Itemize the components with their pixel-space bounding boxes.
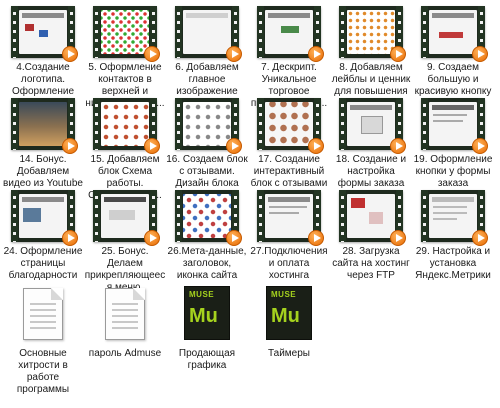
play-icon [308,230,324,246]
play-icon [390,46,406,62]
video-file-icon [257,6,324,62]
16-reviews-video[interactable]: 16. Создаем блок с отзывами. Дизайн блок… [166,98,248,190]
24-thanks-video[interactable]: 24. Оформление страницы благодарности [2,190,84,282]
play-icon [308,46,324,62]
mu-text: Mu [189,305,218,327]
play-icon [226,46,242,62]
6-main-image-video[interactable]: 6. Добавляем главное изображение [166,6,248,98]
file-label: 19. Оформление кнопки у формы заказа [413,154,493,189]
video-file-icon [421,190,488,246]
file-label: 16. Создаем блок с отзывами. Дизайн блок… [166,154,248,189]
15-scheme-video[interactable]: 15. Добавляем блок Схема работы. Описани… [84,98,166,202]
file-label: 24. Оформление страницы благодарности [3,246,83,281]
video-file-icon [93,6,160,62]
tricks-doc[interactable]: Основные хитрости в работе программы [2,288,84,396]
file-label: Продающая графика [178,348,236,371]
play-icon [62,46,78,62]
file-label: 14. Бонус. Добавляем видео из Youtube [3,154,83,189]
video-file-icon [93,98,160,154]
text-document-icon [23,288,63,340]
play-icon [144,46,160,62]
play-icon [472,138,488,154]
file-label: 29. Настройка и установка Яндекс.Метрики [415,246,491,281]
play-icon [62,138,78,154]
play-icon [62,230,78,246]
play-icon [390,138,406,154]
play-icon [226,230,242,246]
play-icon [472,230,488,246]
26-meta-video[interactable]: 26.Мета-данные, заголовок, иконка сайта [166,190,248,282]
video-file-icon [257,190,324,246]
muse-file-icon: MUSE Mu [184,286,230,340]
video-file-icon [93,190,160,246]
file-label: 27.Подключения и оплата хостинга [250,246,328,281]
file-label: Таймеры [268,348,310,359]
file-label: 28. Загрузка сайта на хостинг через FTP [332,246,410,281]
4-logo-video[interactable]: 4.Создание логотипа. Оформление шапки са… [2,6,84,110]
18-form-video[interactable]: 18. Создание и настройка формы заказа [330,98,412,190]
video-file-icon [11,6,78,62]
5-contacts-video[interactable]: 5. Оформление контактов в верхней и нижн… [84,6,166,110]
play-icon [226,138,242,154]
video-file-icon [339,6,406,62]
file-label: 6. Добавляем главное изображение [175,62,239,97]
video-file-icon [421,98,488,154]
play-icon [472,46,488,62]
14-bonus-video[interactable]: 14. Бонус. Добавляем видео из Youtube [2,98,84,190]
8-labels-video[interactable]: 8. Добавляем лейблы и ценник для повышен… [330,6,412,110]
video-file-icon [257,98,324,154]
17-interactive-video[interactable]: 17. Создание интерактивный блок с отзыва… [248,98,330,190]
file-label: 26.Мета-данные, заголовок, иконка сайта [167,246,247,281]
play-icon [144,138,160,154]
password-doc[interactable]: пароль Admuse [84,288,166,360]
play-icon [144,230,160,246]
7-descriptor-video[interactable]: 7. Дескрипт. Уникальное торговое предлож… [248,6,330,110]
muse-file-icon: MUSE Mu [266,286,312,340]
video-file-icon [11,190,78,246]
video-file-icon [175,190,242,246]
timers-muse[interactable]: MUSE Mu Таймеры [248,286,330,360]
play-icon [390,230,406,246]
video-file-icon [421,6,488,62]
29-metrika-video[interactable]: 29. Настройка и установка Яндекс.Метрики [412,190,494,282]
19-form-button-video[interactable]: 19. Оформление кнопки у формы заказа [412,98,494,190]
video-file-icon [175,6,242,62]
file-label: Основные хитрости в работе программы [16,348,70,395]
27-hosting-video[interactable]: 27.Подключения и оплата хостинга [248,190,330,282]
mu-text: Mu [271,305,300,327]
file-label: 25. Бонус. Делаем прикрепляющееся меню. [84,246,166,293]
file-label: 18. Создание и настройка формы заказа [335,154,407,189]
9-big-button-video[interactable]: 9. Создаем большую и красивую кнопку зак… [412,6,494,110]
video-file-icon [339,190,406,246]
muse-text: MUSE [189,290,215,299]
video-file-icon [175,98,242,154]
play-icon [308,138,324,154]
muse-text: MUSE [271,290,297,299]
28-ftp-video[interactable]: 28. Загрузка сайта на хостинг через FTP [330,190,412,282]
text-document-icon [105,288,145,340]
file-label: пароль Admuse [88,348,162,359]
25-sticky-menu-video[interactable]: 25. Бонус. Делаем прикрепляющееся меню. [84,190,166,294]
video-file-icon [11,98,78,154]
file-label: 17. Создание интерактивный блок с отзыва… [250,154,328,189]
video-file-icon [339,98,406,154]
selling-graphics-muse[interactable]: MUSE Mu Продающая графика [166,286,248,372]
